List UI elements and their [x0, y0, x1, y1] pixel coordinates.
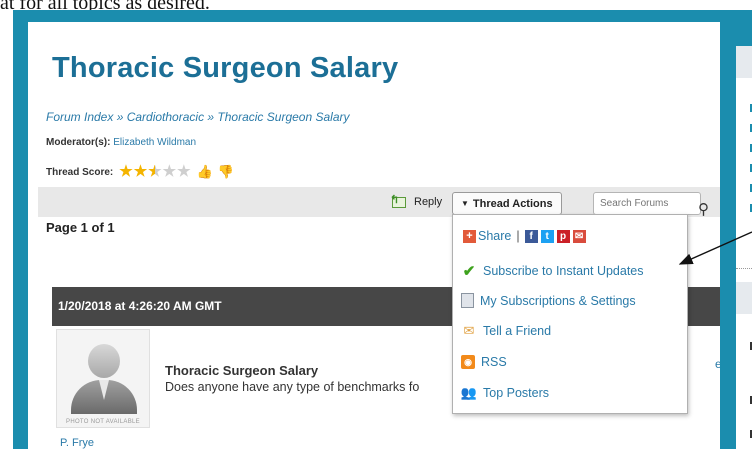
star-icon[interactable]: ★	[119, 164, 132, 179]
share-plus-icon[interactable]: +	[463, 229, 476, 243]
post-title: Thoracic Surgeon Salary	[165, 363, 319, 378]
thread-score-label: Thread Score:	[46, 166, 114, 178]
menu-item-tell-friend-label: Tell a Friend	[483, 324, 552, 338]
menu-item-subscribe-label: Subscribe to Instant Updates	[483, 264, 644, 278]
sidebar-header-bar	[736, 46, 752, 78]
thread-actions-menu: + Share | f t p ✉ ✔ Subscribe to Instant…	[452, 214, 688, 414]
menu-item-tell-friend[interactable]: ✉ Tell a Friend	[461, 323, 552, 339]
thread-actions-label: Thread Actions	[472, 197, 553, 210]
breadcrumb-separator: »	[204, 110, 218, 124]
thread-score: Thread Score: ★ ★ ★ ★ ★ 👍 👎	[46, 164, 234, 180]
share-row: + Share | f t p ✉	[463, 229, 589, 243]
share-label[interactable]: Share	[478, 229, 511, 243]
facebook-icon[interactable]: f	[524, 229, 538, 243]
thumbs-up-icon[interactable]: 👍	[197, 164, 213, 180]
menu-item-subscriptions-label: My Subscriptions & Settings	[480, 293, 636, 308]
menu-item-subscriptions[interactable]: My Subscriptions & Settings	[461, 293, 636, 308]
post-timestamp: 1/20/2018 at 4:26:20 AM GMT	[58, 299, 222, 313]
moderator-name-link[interactable]: Elizabeth Wildman	[113, 137, 196, 148]
post-side-link[interactable]: e	[715, 357, 720, 371]
star-icon[interactable]: ★	[134, 164, 147, 179]
rss-icon: ◉	[461, 355, 475, 369]
page-indicator: Page 1 of 1	[46, 220, 115, 235]
star-icon[interactable]: ★	[177, 164, 190, 179]
search-forums-input[interactable]	[593, 192, 701, 215]
breadcrumb: Forum Index » Cardiothoracic » Thoracic …	[46, 110, 350, 124]
menu-item-rss[interactable]: ◉ RSS	[461, 355, 507, 369]
avatar: PHOTO NOT AVAILABLE	[56, 329, 150, 428]
thread-actions-button[interactable]: ▼ Thread Actions	[452, 192, 562, 215]
pinterest-icon[interactable]: p	[556, 229, 570, 243]
thumbs-down-icon[interactable]: 👎	[218, 164, 234, 180]
avatar-caption: PHOTO NOT AVAILABLE	[66, 419, 140, 425]
moderator-line: Moderator(s): Elizabeth Wildman	[46, 137, 196, 148]
breadcrumb-current[interactable]: Thoracic Surgeon Salary	[217, 110, 349, 124]
reply-icon: ↰	[390, 194, 408, 209]
people-icon: 👥	[460, 385, 478, 400]
breadcrumb-forum-index[interactable]: Forum Index	[46, 110, 113, 124]
thread-toolbar: ↰ Reply ▼ Thread Actions	[38, 187, 720, 217]
breadcrumb-separator: »	[113, 110, 127, 124]
search-icon[interactable]: ⚲	[698, 200, 709, 218]
post-body-text: Does anyone have any type of benchmarks …	[165, 380, 420, 394]
menu-item-subscribe[interactable]: ✔ Subscribe to Instant Updates	[461, 263, 644, 280]
caret-down-icon: ▼	[461, 199, 469, 208]
share-separator: |	[516, 229, 520, 243]
menu-item-rss-label: RSS	[481, 355, 507, 369]
reply-label: Reply	[414, 196, 443, 208]
breadcrumb-category[interactable]: Cardiothoracic	[127, 110, 204, 124]
document-settings-icon	[461, 293, 474, 308]
envelope-person-icon: ✉	[463, 323, 475, 338]
page-title: Thoracic Surgeon Salary	[52, 52, 399, 84]
email-icon[interactable]: ✉	[572, 229, 586, 243]
menu-item-top-posters[interactable]: 👥 Top Posters	[461, 385, 549, 401]
thread-score-stars[interactable]: ★ ★ ★ ★ ★	[119, 164, 191, 179]
twitter-icon[interactable]: t	[540, 229, 554, 243]
reply-button[interactable]: ↰ Reply	[390, 194, 443, 209]
star-icon[interactable]: ★	[163, 164, 176, 179]
sidebar-header-bar-2	[736, 282, 752, 314]
right-sidebar-partial	[736, 46, 752, 449]
moderator-label: Moderator(s):	[46, 137, 111, 148]
menu-item-top-posters-label: Top Posters	[483, 386, 550, 400]
sidebar-divider	[736, 268, 752, 269]
post-author-link[interactable]: P. Frye	[60, 437, 94, 449]
star-icon[interactable]: ★	[148, 164, 161, 179]
checkmark-icon: ✔	[462, 263, 476, 280]
